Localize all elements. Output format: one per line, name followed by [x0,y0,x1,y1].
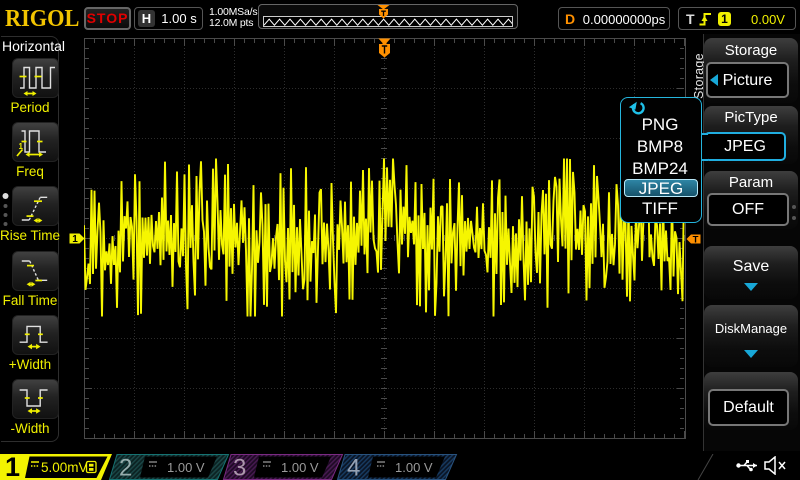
svg-text:2: 2 [119,455,132,480]
svg-text:4: 4 [347,455,360,480]
svg-text:1.00 V: 1.00 V [167,460,205,475]
svg-text:1.00 V: 1.00 V [281,460,319,475]
svg-text:T: T [693,234,699,244]
svg-text:3: 3 [233,455,246,480]
svg-text:1: 1 [5,454,20,480]
svg-text:1.00 V: 1.00 V [395,460,433,475]
svg-text:1: 1 [72,234,78,244]
svg-text:1: 1 [19,142,24,151]
svg-text:5.00mV: 5.00mV [41,460,88,475]
